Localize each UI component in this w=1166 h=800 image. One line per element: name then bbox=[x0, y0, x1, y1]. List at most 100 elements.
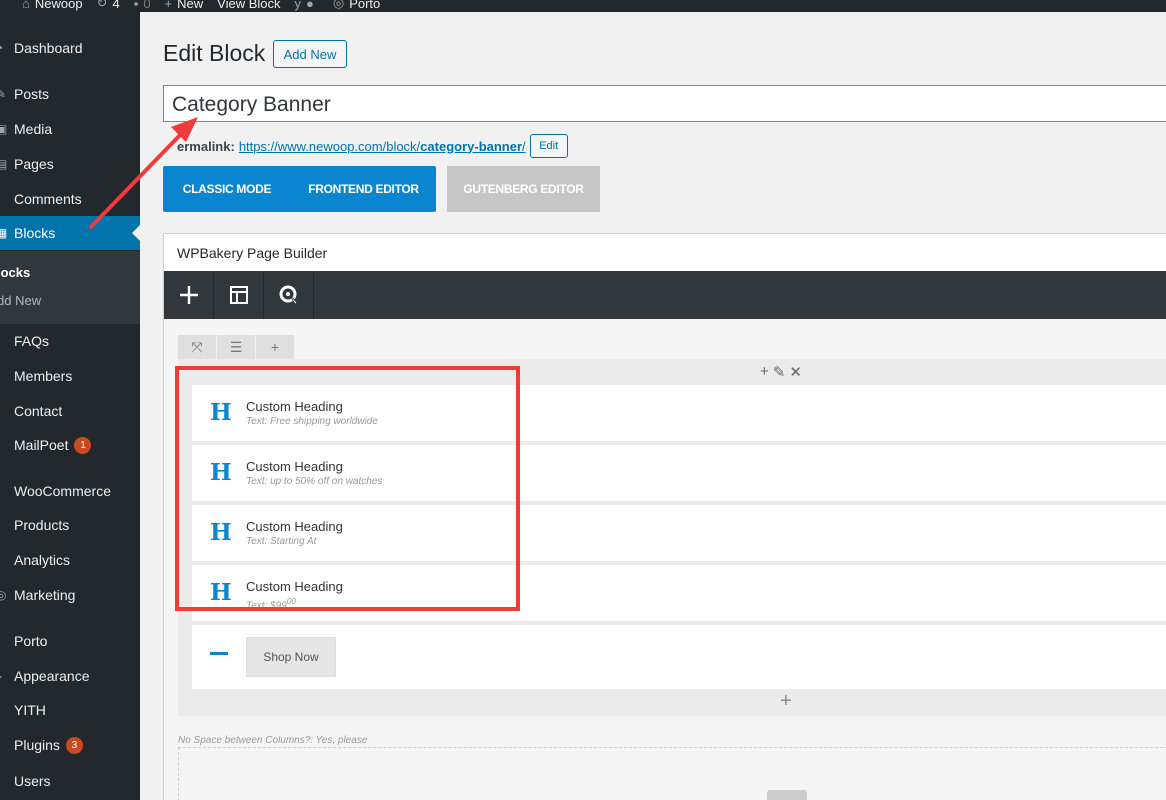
row: + ✎ ✕ H Custom Heading Text: Free shippi… bbox=[178, 359, 1166, 716]
page-icon: ▤ bbox=[0, 157, 8, 171]
permalink-link[interactable]: https://www.newoop.com/block/category-ba… bbox=[239, 139, 526, 154]
block-icon: ▦ bbox=[0, 226, 8, 240]
blocks-submenu: locks dd New bbox=[0, 251, 140, 324]
comment-icon: ▪ bbox=[0, 192, 10, 206]
permalink-edit-button[interactable]: Edit bbox=[529, 134, 568, 158]
sidebar-item-faqs[interactable]: ▫FAQs bbox=[0, 324, 140, 358]
gutenberg-editor-button[interactable]: GUTENBERG EDITOR bbox=[447, 166, 600, 212]
column-add-icon[interactable]: + bbox=[760, 363, 769, 381]
add-element-button[interactable] bbox=[164, 271, 214, 319]
comment-icon: ▪ bbox=[133, 0, 139, 11]
gear-icon bbox=[279, 285, 298, 305]
sidebar-item-products[interactable]: ▫Products bbox=[0, 508, 140, 542]
sidebar-item-users[interactable]: ▫Users bbox=[0, 764, 140, 798]
add-element-plus-icon[interactable]: + bbox=[780, 690, 792, 713]
row-fullscreen-button[interactable]: ⤧ bbox=[178, 335, 216, 359]
add-new-button[interactable]: Add New bbox=[273, 40, 347, 68]
faq-icon: ▫ bbox=[0, 334, 10, 348]
add-row-tab[interactable] bbox=[767, 790, 807, 800]
wpbakery-toolbar bbox=[164, 271, 1166, 319]
contact-icon: ▫ bbox=[0, 404, 10, 418]
button-element[interactable]: Shop Now bbox=[192, 625, 1166, 689]
sidebar-item-members[interactable]: ▫Members bbox=[0, 359, 140, 393]
sidebar-item-plugins[interactable]: ▫Plugins3 bbox=[0, 728, 140, 762]
submenu-blocks[interactable]: locks bbox=[0, 265, 30, 280]
sidebar-item-yith[interactable]: YITH bbox=[0, 693, 140, 727]
editor-mode-bar: CLASSIC MODE FRONTEND EDITOR bbox=[163, 166, 436, 212]
admin-bar-site[interactable]: ⌂ Newoop bbox=[22, 0, 83, 11]
admin-bar-new[interactable]: + New bbox=[165, 0, 204, 11]
permalink-label: ermalink: bbox=[177, 138, 235, 154]
layout-icon bbox=[229, 286, 248, 304]
drag-icon: ☰ bbox=[229, 338, 243, 355]
sidebar-item-dashboard[interactable]: ◔Dashboard bbox=[0, 31, 140, 65]
users-icon: ▫ bbox=[0, 774, 10, 788]
admin-bar-yoast[interactable]: y ● bbox=[295, 0, 319, 11]
mail-icon: ▫ bbox=[0, 438, 10, 452]
row-controls: ⤧ ☰ + bbox=[178, 335, 295, 359]
custom-heading-element[interactable]: H Custom Heading Text: Free shipping wor… bbox=[192, 385, 1166, 441]
element-name: Custom Heading bbox=[246, 579, 343, 594]
element-description: Text: Free shipping worldwide bbox=[246, 416, 378, 427]
element-description: Text: Starting At bbox=[246, 536, 317, 547]
element-name: Custom Heading bbox=[246, 399, 343, 414]
admin-bar-view[interactable]: View Block bbox=[217, 0, 280, 11]
products-icon: ▫ bbox=[0, 518, 10, 532]
column-delete-icon[interactable]: ✕ bbox=[789, 363, 802, 381]
sidebar-item-media[interactable]: ▣ Media bbox=[0, 112, 140, 146]
appearance-icon: ▸ bbox=[0, 669, 10, 683]
status-dot-icon: ● bbox=[306, 0, 314, 11]
sidebar-item-comments[interactable]: ▪Comments bbox=[0, 182, 140, 216]
custom-heading-element[interactable]: H Custom Heading Text: up to 50% off on … bbox=[192, 445, 1166, 501]
element-name: Custom Heading bbox=[246, 459, 343, 474]
wpbakery-title: WPBakery Page Builder bbox=[177, 245, 328, 261]
expand-icon: ⤧ bbox=[191, 338, 203, 355]
admin-bar-theme[interactable]: ◎ Porto bbox=[333, 0, 380, 11]
sidebar-item-posts[interactable]: ✎ Posts bbox=[0, 77, 140, 111]
custom-css-button[interactable] bbox=[264, 271, 314, 319]
members-icon: ▫ bbox=[0, 369, 10, 383]
sidebar-item-blocks[interactable]: ▦ Blocks bbox=[0, 216, 140, 250]
wpbakery-panel: WPBakery Page Builder ⤧ ☰ + + ✎ ✕ H Cust… bbox=[163, 233, 1166, 800]
porto-icon: ▫ bbox=[0, 634, 10, 648]
post-title-input[interactable]: Category Banner bbox=[163, 85, 1166, 122]
custom-heading-element[interactable]: H Custom Heading Text: Starting At bbox=[192, 505, 1166, 561]
updates-icon: ↻ bbox=[96, 0, 108, 10]
sidebar-item-contact[interactable]: ▫Contact bbox=[0, 394, 140, 428]
heading-icon: H bbox=[210, 459, 232, 486]
sidebar-item-marketing[interactable]: ◎ Marketing bbox=[0, 578, 140, 612]
element-name: Custom Heading bbox=[246, 519, 343, 534]
admin-bar-updates[interactable]: ↻ 4 bbox=[97, 0, 120, 11]
templates-button[interactable] bbox=[214, 271, 264, 319]
sidebar-item-mailpoet[interactable]: ▫MailPoet1 bbox=[0, 428, 140, 462]
admin-bar-comments[interactable]: ▪ 0 bbox=[134, 0, 151, 11]
shop-now-button[interactable]: Shop Now bbox=[246, 637, 336, 677]
home-icon: ⌂ bbox=[22, 0, 30, 11]
classic-mode-button[interactable]: CLASSIC MODE bbox=[163, 166, 291, 212]
permalink: ermalink: https://www.newoop.com/block/c… bbox=[177, 134, 568, 158]
sidebar-item-woocommerce[interactable]: ▫WooCommerce bbox=[0, 474, 140, 508]
analytics-icon: ▫ bbox=[0, 553, 10, 567]
row-drag-handle[interactable]: ☰ bbox=[217, 335, 255, 359]
button-icon bbox=[210, 652, 228, 655]
row-setting-label: No Space between Columns?: Yes, please bbox=[178, 735, 368, 746]
custom-heading-element[interactable]: H Custom Heading Text: $9900 bbox=[192, 565, 1166, 621]
frontend-editor-button[interactable]: FRONTEND EDITOR bbox=[291, 166, 436, 212]
element-description: Text: $9900 bbox=[246, 596, 297, 612]
submenu-add-new[interactable]: dd New bbox=[0, 293, 41, 308]
sidebar-item-appearance[interactable]: ▸Appearance bbox=[0, 659, 140, 693]
page-title: Edit Block bbox=[163, 40, 266, 66]
pin-icon: ✎ bbox=[0, 87, 7, 101]
woo-icon: ▫ bbox=[0, 484, 10, 498]
dashboard-icon: ◔ bbox=[0, 41, 10, 55]
plugins-badge: 3 bbox=[65, 736, 83, 754]
row-add-button[interactable]: + bbox=[256, 335, 294, 359]
porto-icon: ◎ bbox=[332, 0, 345, 10]
column-edit-icon[interactable]: ✎ bbox=[773, 363, 786, 381]
column: H Custom Heading Text: Free shipping wor… bbox=[192, 385, 1166, 689]
sidebar-item-pages[interactable]: ▤ Pages bbox=[0, 147, 140, 181]
sidebar-item-porto[interactable]: ▫Porto bbox=[0, 624, 140, 658]
marketing-icon: ◎ bbox=[0, 588, 7, 602]
plus-icon: + bbox=[270, 339, 280, 355]
sidebar-item-analytics[interactable]: ▫Analytics bbox=[0, 543, 140, 577]
